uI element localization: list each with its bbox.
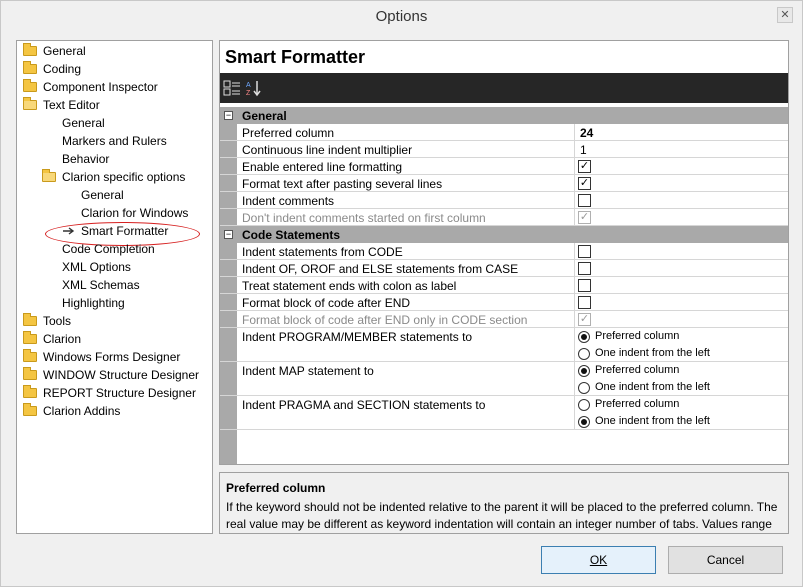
description-title: Preferred column xyxy=(226,481,326,495)
folder-icon xyxy=(23,331,37,344)
description-text: If the keyword should not be indented re… xyxy=(226,500,778,531)
sort-alphabetical-icon[interactable]: A Z xyxy=(245,79,263,97)
property-row[interactable]: Preferred column 24 xyxy=(220,124,788,141)
property-row[interactable]: Indent statements from CODE xyxy=(220,243,788,260)
program-member-preferred-radio[interactable] xyxy=(578,331,590,343)
tree-item-text-editor[interactable]: Text Editor xyxy=(23,97,100,114)
tree-item-markers-rulers[interactable]: Markers and Rulers xyxy=(62,133,167,150)
format-after-end-code-checkbox: ✓ xyxy=(578,313,591,326)
tree-item-xml-options[interactable]: XML Options xyxy=(62,259,131,276)
window-title: Options xyxy=(375,8,428,25)
property-row[interactable]: Indent OF, OROF and ELSE statements from… xyxy=(220,260,788,277)
folder-icon xyxy=(23,79,37,92)
cancel-button[interactable]: Cancel xyxy=(668,546,783,574)
folder-open-icon xyxy=(42,169,56,182)
tree-item-clarion-specific[interactable]: Clarion specific options xyxy=(42,169,185,186)
tree-item-behavior[interactable]: Behavior xyxy=(62,151,109,168)
tree-item-coding[interactable]: Coding xyxy=(23,61,81,78)
map-one-indent-radio[interactable] xyxy=(578,382,590,394)
folder-icon xyxy=(23,43,37,56)
options-window: Options ✕ General Coding Component Inspe… xyxy=(0,0,803,587)
program-member-one-indent-radio[interactable] xyxy=(578,348,590,360)
folder-icon xyxy=(23,349,37,362)
collapse-icon[interactable]: − xyxy=(224,111,233,120)
title-bar[interactable]: Options ✕ xyxy=(1,1,802,31)
tree-item-windows-forms-designer[interactable]: Windows Forms Designer xyxy=(23,349,180,366)
dont-indent-first-col-checkbox: ✓ xyxy=(578,211,591,224)
category-code-statements[interactable]: − Code Statements xyxy=(220,226,788,243)
indent-of-orof-checkbox[interactable] xyxy=(578,262,591,275)
tree-item-clarion[interactable]: Clarion xyxy=(23,331,81,348)
property-row[interactable]: Indent comments xyxy=(220,192,788,209)
tree-item-clarion-for-windows[interactable]: Clarion for Windows xyxy=(81,205,188,222)
property-panel: Smart Formatter A Z − General Preferred … xyxy=(219,40,789,465)
panel-header: Smart Formatter xyxy=(220,41,788,73)
folder-open-icon xyxy=(23,97,37,110)
collapse-icon[interactable]: − xyxy=(224,230,233,239)
folder-icon xyxy=(23,385,37,398)
enable-line-formatting-checkbox[interactable]: ✓ xyxy=(578,160,591,173)
tree-item-component-inspector[interactable]: Component Inspector xyxy=(23,79,158,96)
svg-text:Z: Z xyxy=(246,90,251,97)
property-row: Format block of code after END only in C… xyxy=(220,311,788,328)
continuous-indent-value[interactable]: 1 xyxy=(580,143,587,157)
property-row[interactable]: Indent PRAGMA and SECTION statements to … xyxy=(220,396,788,430)
categorized-icon[interactable] xyxy=(223,79,241,97)
folder-icon xyxy=(23,61,37,74)
tree-item-tools[interactable]: Tools xyxy=(23,313,71,330)
property-row: Don't indent comments started on first c… xyxy=(220,209,788,226)
grid-empty-area xyxy=(220,430,788,464)
tree-item-code-completion[interactable]: Code Completion xyxy=(62,241,155,258)
tree-item-clarion-addins[interactable]: Clarion Addins xyxy=(23,403,120,420)
folder-icon xyxy=(23,367,37,380)
svg-text:A: A xyxy=(246,82,251,89)
tree-item-window-structure-designer[interactable]: WINDOW Structure Designer xyxy=(23,367,199,384)
indent-from-code-checkbox[interactable] xyxy=(578,245,591,258)
pragma-preferred-radio[interactable] xyxy=(578,399,590,411)
tree-item-xml-schemas[interactable]: XML Schemas xyxy=(62,277,140,294)
folder-icon xyxy=(23,313,37,326)
property-row[interactable]: Format text after pasting several lines … xyxy=(220,175,788,192)
tree-item-general[interactable]: General xyxy=(23,43,86,60)
property-row[interactable]: Indent MAP statement to Preferred column… xyxy=(220,362,788,396)
options-tree[interactable]: General Coding Component Inspector Text … xyxy=(16,40,213,534)
description-panel: Preferred column If the keyword should n… xyxy=(219,472,789,534)
property-row[interactable]: Indent PROGRAM/MEMBER statements to Pref… xyxy=(220,328,788,362)
tree-item-report-structure-designer[interactable]: REPORT Structure Designer xyxy=(23,385,196,402)
property-row[interactable]: Continuous line indent multiplier 1 xyxy=(220,141,788,158)
property-row[interactable]: Treat statement ends with colon as label xyxy=(220,277,788,294)
property-row[interactable]: Format block of code after END xyxy=(220,294,788,311)
tree-item-highlighting[interactable]: Highlighting xyxy=(62,295,125,312)
format-after-paste-checkbox[interactable]: ✓ xyxy=(578,177,591,190)
ok-button[interactable]: OK xyxy=(541,546,656,574)
property-toolbar: A Z xyxy=(220,73,788,103)
colon-as-label-checkbox[interactable] xyxy=(578,279,591,292)
folder-icon xyxy=(23,403,37,416)
indent-comments-checkbox[interactable] xyxy=(578,194,591,207)
format-after-end-checkbox[interactable] xyxy=(578,296,591,309)
tree-item-te-general[interactable]: General xyxy=(62,115,105,132)
preferred-column-value[interactable]: 24 xyxy=(580,126,593,140)
page-title: Smart Formatter xyxy=(225,47,366,67)
property-row[interactable]: Enable entered line formatting ✓ xyxy=(220,158,788,175)
tree-item-cs-general[interactable]: General xyxy=(81,187,124,204)
pragma-one-indent-radio[interactable] xyxy=(578,416,590,428)
close-button[interactable]: ✕ xyxy=(777,7,793,23)
map-preferred-radio[interactable] xyxy=(578,365,590,377)
category-general[interactable]: − General xyxy=(220,107,788,124)
